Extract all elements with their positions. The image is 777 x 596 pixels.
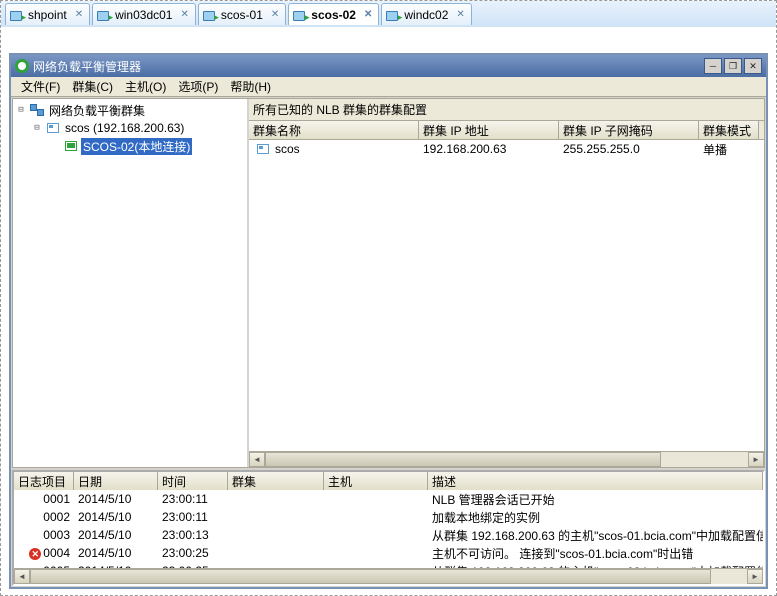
session-icon [203,9,217,21]
close-icon[interactable]: ✕ [180,9,188,20]
cell-ip: 192.168.200.63 [419,142,559,156]
close-icon[interactable]: ✕ [271,9,279,20]
cell-mask: 255.255.255.0 [559,142,699,156]
col-log-cluster[interactable]: 群集 [228,472,324,490]
log-row[interactable]: ✕00042014/5/1023:00:25 主机不可访问。 连接到"scos-0… [14,544,763,562]
col-cluster-mask[interactable]: 群集 IP 子网掩码 [559,121,699,139]
cluster-columns: 群集名称 群集 IP 地址 群集 IP 子网掩码 群集模式 [249,121,764,140]
cell-time: 23:00:11 [158,510,228,524]
menu-主机(O)[interactable]: 主机(O) [119,76,172,97]
scroll-right-button[interactable]: ► [748,452,764,467]
menu-文件(F)[interactable]: 文件(F) [15,76,66,97]
session-icon [10,9,24,21]
cell-time: 23:00:13 [158,528,228,542]
session-tab-windc02[interactable]: windc02 ✕ [381,3,471,25]
cell-date: 2014/5/10 [74,510,158,524]
menu-选项(P)[interactable]: 选项(P) [172,76,224,97]
tab-label: win03dc01 [115,8,172,22]
scroll-left-button[interactable]: ◄ [14,569,30,584]
scroll-left-button[interactable]: ◄ [249,452,265,467]
menubar: 文件(F)群集(C)主机(O)选项(P)帮助(H) [11,77,766,97]
col-log-time[interactable]: 时间 [158,472,228,490]
menu-帮助(H)[interactable]: 帮助(H) [224,76,277,97]
clusters-icon [29,103,45,117]
session-icon [293,9,307,21]
cell-desc: 加载本地绑定的实例 [428,509,763,526]
cell-id: 0003 [14,528,74,542]
tree-host[interactable]: SCOS-02(本地连接) [81,138,192,155]
cluster-row[interactable]: scos 192.168.200.63255.255.255.0单播 [249,140,764,158]
log-horizontal-scrollbar[interactable]: ◄ ► [14,568,763,584]
cell-date: 2014/5/10 [74,492,158,506]
cluster-tree[interactable]: ⊟ 网络负载平衡群集 ⊟ scos (192.168.200.63) SCOS-… [13,99,249,467]
tab-label: windc02 [404,8,448,22]
col-log-date[interactable]: 日期 [74,472,158,490]
session-tab-scos-02[interactable]: scos-02 ✕ [288,3,379,25]
tab-label: shpoint [28,8,67,22]
cell-desc: NLB 管理器会话已开始 [428,491,763,508]
col-log-desc[interactable]: 描述 [428,472,763,490]
tab-label: scos-01 [221,8,263,22]
session-icon [97,9,111,21]
log-row[interactable]: 00022014/5/1023:00:11 加载本地绑定的实例 [14,508,763,526]
close-icon[interactable]: ✕ [364,9,372,20]
session-tab-scos-01[interactable]: scos-01 ✕ [198,3,286,25]
log-pane: 日志项目 日期 时间 群集 主机 描述 00012014/5/1023:00:1… [12,470,765,586]
cluster-icon [257,144,269,154]
tree-toggle[interactable]: ⊟ [31,123,43,133]
cell-time: 23:00:25 [158,546,228,560]
session-tab-shpoint[interactable]: shpoint ✕ [5,3,90,25]
cell-mode: 单播 [699,141,759,158]
cell-name: scos [275,142,300,156]
nlb-manager-window: 网络负载平衡管理器 ─ ❐ ✕ 文件(F)群集(C)主机(O)选项(P)帮助(H… [9,53,768,589]
app-icon [15,59,29,73]
horizontal-scrollbar[interactable]: ◄ ► [249,451,764,467]
window-title: 网络负载平衡管理器 [33,58,141,75]
cluster-config-pane: 所有已知的 NLB 群集的群集配置 群集名称 群集 IP 地址 群集 IP 子网… [249,99,764,467]
cell-desc: 从群集 192.168.200.63 的主机"scos-01.bcia.com"… [428,527,763,544]
col-cluster-name[interactable]: 群集名称 [249,121,419,139]
cell-id: ✕0004 [14,546,74,561]
col-log-host[interactable]: 主机 [324,472,428,490]
close-button[interactable]: ✕ [744,58,762,74]
col-cluster-ip[interactable]: 群集 IP 地址 [419,121,559,139]
menu-群集(C)[interactable]: 群集(C) [66,76,119,97]
tree-toggle[interactable]: ⊟ [15,105,27,115]
session-tabs-bar: shpoint✕win03dc01✕scos-01✕scos-02✕windc0… [1,1,776,27]
cell-date: 2014/5/10 [74,546,158,560]
col-log-item[interactable]: 日志项目 [14,472,74,490]
cell-date: 2014/5/10 [74,528,158,542]
session-icon [386,9,400,21]
log-row[interactable]: 00012014/5/1023:00:11 NLB 管理器会话已开始 [14,490,763,508]
scroll-right-button[interactable]: ► [747,569,763,584]
tree-root[interactable]: 网络负载平衡群集 [47,102,147,119]
cluster-icon [45,121,61,135]
col-cluster-mode[interactable]: 群集模式 [699,121,759,139]
close-icon[interactable]: ✕ [75,9,83,20]
titlebar: 网络负载平衡管理器 ─ ❐ ✕ [11,55,766,77]
cell-desc: 主机不可访问。 连接到"scos-01.bcia.com"时出错 [428,545,763,562]
cell-time: 23:00:11 [158,492,228,506]
tab-label: scos-02 [311,8,356,22]
minimize-button[interactable]: ─ [704,58,722,74]
error-icon: ✕ [29,548,41,560]
cell-id: 0002 [14,510,74,524]
maximize-button[interactable]: ❐ [724,58,742,74]
cluster-list-caption: 所有已知的 NLB 群集的群集配置 [249,99,764,121]
cell-id: 0001 [14,492,74,506]
host-icon [63,139,79,153]
session-tab-win03dc01[interactable]: win03dc01 ✕ [92,3,196,25]
tree-cluster[interactable]: scos (192.168.200.63) [63,121,186,135]
close-icon[interactable]: ✕ [456,9,464,20]
log-row[interactable]: 00032014/5/1023:00:13 从群集 192.168.200.63 … [14,526,763,544]
